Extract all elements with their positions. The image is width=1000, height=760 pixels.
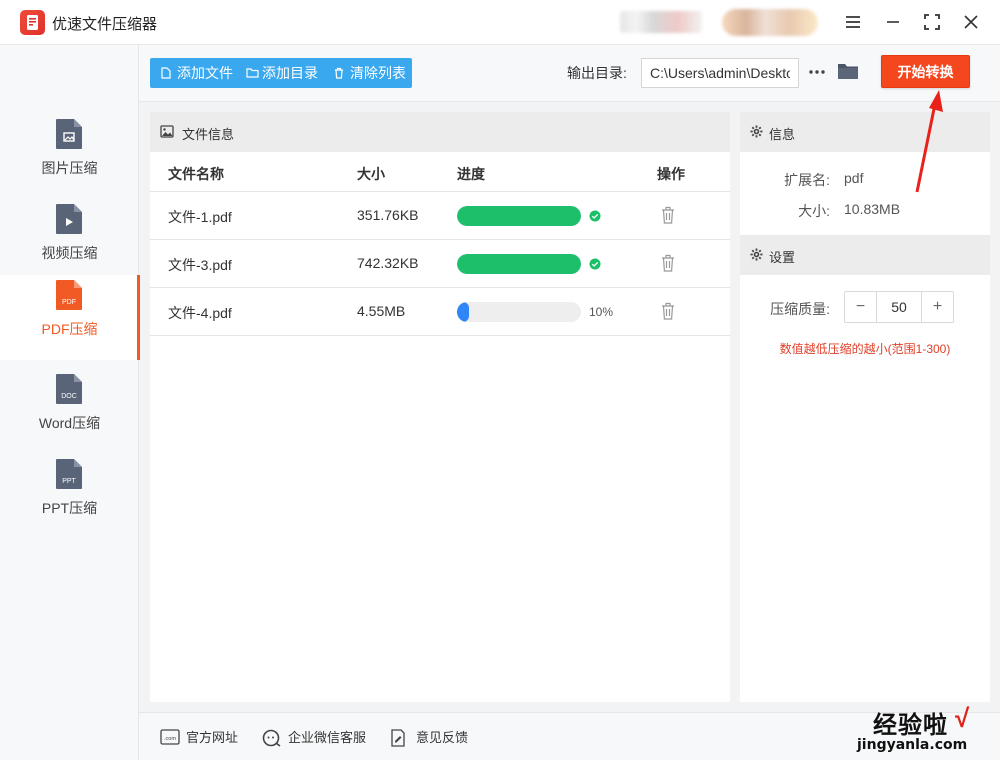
file-size: 351.76KB xyxy=(357,207,419,223)
column-progress-header: 进度 xyxy=(457,166,485,182)
quality-label: 压缩质量: xyxy=(770,301,830,317)
ppt-badge: PPT xyxy=(62,478,76,485)
delete-icon[interactable] xyxy=(660,301,676,321)
size-value: 10.83MB xyxy=(844,201,901,217)
file-name: 文件-4.pdf xyxy=(168,305,232,321)
progress-bar xyxy=(457,254,581,274)
check-circle-icon xyxy=(589,258,601,270)
pdf-badge: PDF xyxy=(62,299,76,306)
file-icon xyxy=(161,67,171,79)
menu-icon[interactable] xyxy=(842,11,864,33)
minimize-icon[interactable] xyxy=(882,11,904,33)
output-dir-label: 输出目录: xyxy=(567,65,627,81)
pdf-file-icon: PDF xyxy=(56,280,82,310)
blurred-user-avatar[interactable] xyxy=(722,9,818,36)
sidebar-item-ppt[interactable]: PPT PPT压缩 xyxy=(0,454,139,539)
progress-bar xyxy=(457,302,581,322)
gear-icon xyxy=(750,248,763,261)
file-size: 4.55MB xyxy=(357,303,406,319)
footer: .com 官方网址 企业微信客服 意见反馈 xyxy=(139,712,1000,760)
settings-section-header: 设置 xyxy=(740,235,990,275)
close-icon[interactable] xyxy=(960,11,982,33)
feedback-icon xyxy=(391,729,405,747)
delete-icon[interactable] xyxy=(660,253,676,273)
website-link[interactable]: .com 官方网址 xyxy=(160,729,238,747)
output-dir-input[interactable] xyxy=(641,58,799,88)
info-section-header: 信息 xyxy=(740,112,990,152)
wechat-support-link[interactable]: 企业微信客服 xyxy=(262,729,366,747)
table-row: 文件-4.pdf 4.55MB 10% xyxy=(150,288,730,336)
feedback-link[interactable]: 意见反馈 xyxy=(390,729,468,747)
gear-icon xyxy=(750,125,763,138)
progress-fill xyxy=(457,254,581,274)
add-file-button[interactable]: 添加文件 xyxy=(161,58,233,88)
svg-text:.com: .com xyxy=(164,736,176,742)
file-name: 文件-1.pdf xyxy=(168,209,232,225)
extension-value: pdf xyxy=(844,170,864,186)
settings-title: 设置 xyxy=(769,250,796,265)
title-bar: 优速文件压缩器 xyxy=(0,0,1000,45)
add-file-label: 添加文件 xyxy=(177,65,233,81)
open-folder-icon[interactable] xyxy=(837,61,859,81)
doc-badge: DOC xyxy=(61,393,77,400)
folder-icon xyxy=(246,68,259,78)
file-list-panel: 文件信息 文件名称 大小 进度 操作 文件-1.pdf 351.76KB 文件-… xyxy=(150,112,730,702)
column-size-header: 大小 xyxy=(357,166,385,182)
image-icon xyxy=(160,125,174,138)
trash-icon xyxy=(335,67,343,79)
progress-fill xyxy=(457,206,581,226)
sidebar-item-label: Word压缩 xyxy=(38,415,101,431)
sidebar-item-word[interactable]: DOC Word压缩 xyxy=(0,369,139,454)
column-action-header: 操作 xyxy=(657,166,685,182)
start-convert-button[interactable]: 开始转换 xyxy=(881,55,970,88)
file-name: 文件-3.pdf xyxy=(168,257,232,273)
more-options-icon[interactable] xyxy=(807,62,827,82)
quality-stepper: − + xyxy=(844,291,954,323)
clear-list-button[interactable]: 清除列表 xyxy=(334,58,406,88)
file-panel-title: 文件信息 xyxy=(182,127,235,142)
progress-fill xyxy=(457,302,470,322)
wechat-icon xyxy=(262,729,281,747)
doc-file-icon: DOC xyxy=(56,374,82,404)
quality-input[interactable] xyxy=(877,292,921,322)
table-header: 文件名称 大小 进度 操作 xyxy=(150,152,730,192)
toolbar: 添加文件 添加目录 清除列表 输出目录: 开始转换 xyxy=(139,45,1000,102)
increment-button[interactable]: + xyxy=(921,292,953,322)
image-file-icon xyxy=(56,119,82,149)
sidebar-item-label: 图片压缩 xyxy=(41,160,98,176)
ppt-file-icon: PPT xyxy=(56,459,82,489)
website-icon: .com xyxy=(160,729,180,745)
file-panel-header: 文件信息 xyxy=(150,112,730,152)
app-logo-icon xyxy=(20,10,45,35)
clear-list-label: 清除列表 xyxy=(350,65,406,81)
column-name-header: 文件名称 xyxy=(168,166,224,182)
extension-label: 扩展名: xyxy=(784,172,830,188)
sidebar: 图片压缩 视频压缩 PDF PDF压缩 DOC Word压缩 PPT PPT压缩 xyxy=(0,45,140,760)
blurred-account-info xyxy=(620,11,702,33)
sidebar-item-video[interactable]: 视频压缩 xyxy=(0,199,139,284)
info-title: 信息 xyxy=(769,127,796,142)
quality-hint: 数值越低压缩的越小(范围1-300) xyxy=(779,342,951,356)
video-file-icon xyxy=(56,204,82,234)
sidebar-item-label: PDF压缩 xyxy=(41,321,98,337)
check-circle-icon xyxy=(589,210,601,222)
size-label: 大小: xyxy=(798,203,830,219)
app-title: 优速文件压缩器 xyxy=(52,16,158,33)
file-size: 742.32KB xyxy=(357,255,419,271)
file-actions-group: 添加文件 添加目录 清除列表 xyxy=(150,58,412,88)
sidebar-item-label: 视频压缩 xyxy=(41,245,98,261)
progress-bar xyxy=(457,206,581,226)
table-row: 文件-1.pdf 351.76KB xyxy=(150,192,730,240)
table-row: 文件-3.pdf 742.32KB xyxy=(150,240,730,288)
add-folder-button[interactable]: 添加目录 xyxy=(246,58,318,88)
sidebar-item-label: PPT压缩 xyxy=(41,500,98,516)
sidebar-item-pdf[interactable]: PDF PDF压缩 xyxy=(0,275,140,360)
sidebar-item-image[interactable]: 图片压缩 xyxy=(0,114,139,199)
decrement-button[interactable]: − xyxy=(845,292,877,322)
delete-icon[interactable] xyxy=(660,205,676,225)
maximize-icon[interactable] xyxy=(921,11,943,33)
info-panel: 信息 扩展名: pdf 大小: 10.83MB 设置 压缩质量: − + 数值越… xyxy=(740,112,990,702)
progress-percent: 10% xyxy=(589,305,614,319)
